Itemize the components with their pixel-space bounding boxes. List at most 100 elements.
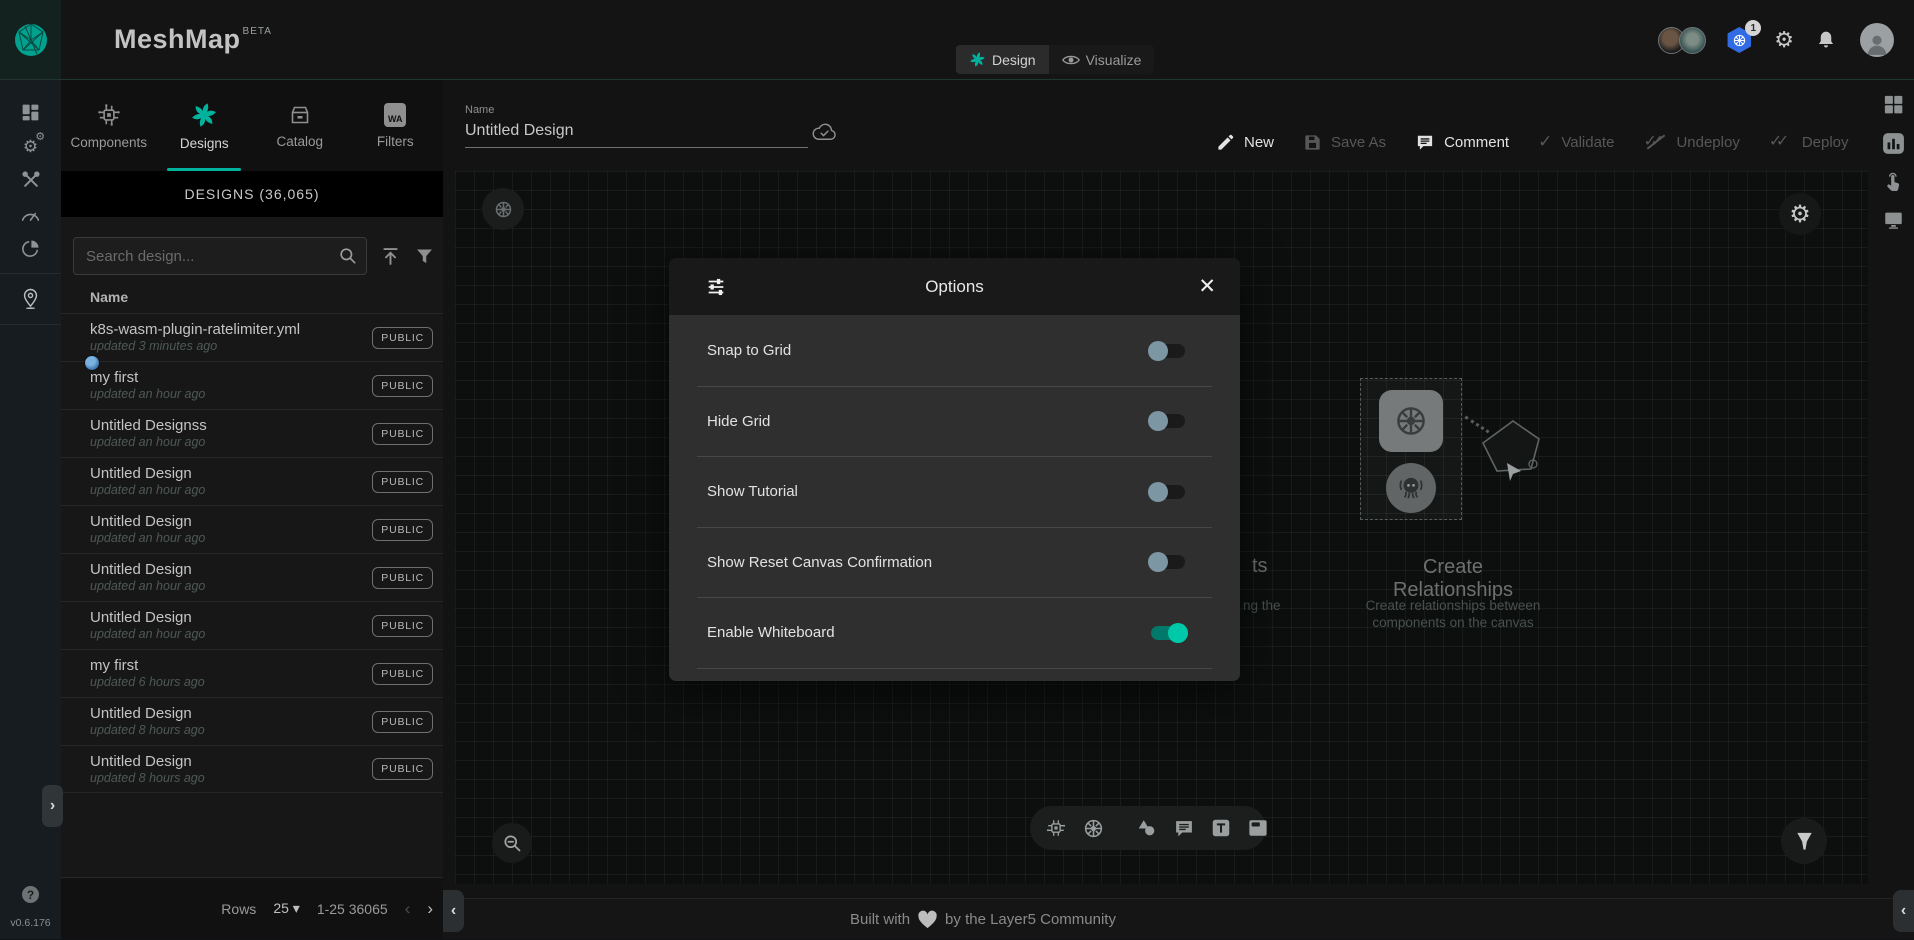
list-item[interactable]: my firstupdated an hour ago PUBLIC (61, 361, 443, 409)
dock-kubernetes-icon[interactable] (1082, 817, 1105, 840)
list-item[interactable]: Untitled Designssupdated an hour ago PUB… (61, 409, 443, 457)
dock-shapes-icon[interactable] (1135, 817, 1158, 839)
option-row: Show Reset Canvas Confirmation (697, 528, 1212, 599)
collapse-left-chevron[interactable]: ‹ (443, 890, 464, 932)
prev-page-chevron[interactable]: ‹ (405, 899, 411, 919)
next-page-chevron[interactable]: › (427, 899, 433, 919)
canvas-settings-gear-icon[interactable]: ⚙ (1779, 193, 1821, 235)
validate-button[interactable]: ✓ Validate (1538, 132, 1614, 152)
search-icon (338, 246, 358, 266)
settings-gear-icon[interactable]: ⚙ (1774, 29, 1794, 51)
design-updated: updated an hour ago (90, 627, 205, 642)
profile-avatar[interactable] (1860, 23, 1894, 57)
notifications-bell-icon[interactable] (1816, 29, 1836, 51)
name-column-header: Name (61, 275, 443, 313)
tab-components[interactable]: Components (61, 80, 157, 171)
empty-state-title: Create Relationships (1361, 556, 1545, 602)
enable-whiteboard-toggle[interactable] (1151, 626, 1185, 640)
display-monitor-icon[interactable] (1882, 209, 1905, 231)
close-icon[interactable]: ✕ (1198, 274, 1216, 299)
dock-comment-icon[interactable] (1173, 818, 1195, 839)
grid-view-icon[interactable] (1882, 93, 1905, 116)
tab-catalog[interactable]: Catalog (252, 80, 348, 171)
zoom-control-fab[interactable] (492, 823, 532, 863)
configuration-tools-icon[interactable] (0, 163, 61, 197)
option-label: Hide Grid (707, 413, 770, 430)
dock-text-icon[interactable] (1210, 817, 1232, 839)
design-name: Untitled Design (90, 609, 205, 627)
list-item[interactable]: k8s-wasm-plugin-ratelimiter.ymlupdated 3… (61, 313, 443, 361)
list-item[interactable]: Untitled Designupdated an hour ago PUBLI… (61, 457, 443, 505)
design-updated: updated an hour ago (90, 531, 205, 546)
design-name-input[interactable] (465, 116, 808, 148)
panel-expand-chevron[interactable]: › (42, 785, 63, 827)
collapse-right-chevron[interactable]: ‹ (1893, 890, 1914, 932)
pagination-range: 1-25 36065 (317, 901, 388, 917)
import-design-icon[interactable] (380, 246, 401, 267)
whirlwind-tool-icon[interactable] (1781, 818, 1827, 864)
tab-visualize[interactable]: Visualize (1049, 45, 1155, 74)
built-with-credit: Built with by the Layer5 Community (850, 899, 1116, 940)
design-name: my first (90, 657, 205, 675)
rows-per-page-select[interactable]: 25 ▾ (273, 900, 300, 917)
design-updated: updated 6 hours ago (90, 675, 205, 690)
empty-state-description: Create relationships between components … (1342, 597, 1564, 631)
design-spiral-icon (969, 51, 986, 68)
version-label: v0.6.176 (10, 917, 50, 929)
list-item[interactable]: Untitled Designupdated 8 hours ago PUBLI… (61, 697, 443, 745)
layer5-logo[interactable] (0, 0, 61, 80)
wasm-filters-icon: WA (384, 103, 406, 127)
collaborator-avatar[interactable] (1679, 27, 1706, 54)
search-input[interactable] (73, 237, 367, 275)
dock-components-chip-icon[interactable] (1045, 817, 1067, 839)
canvas-source-fab[interactable] (482, 188, 524, 230)
option-row: Enable Whiteboard (697, 598, 1212, 669)
design-name-field: Name (465, 104, 808, 148)
design-updated: updated an hour ago (90, 579, 205, 594)
brand: MeshMap BETA (114, 24, 272, 55)
lifecycle-gears-icon[interactable]: ⚙⚙ (0, 129, 61, 163)
comment-button[interactable]: Comment (1415, 133, 1509, 152)
touch-interact-icon[interactable] (1882, 171, 1904, 194)
tab-filters[interactable]: WA Filters (348, 80, 444, 171)
meshmap-pin-icon[interactable] (0, 282, 61, 316)
dock-media-icon[interactable] (1247, 818, 1269, 838)
show-tutorial-toggle[interactable] (1151, 485, 1185, 499)
filter-funnel-icon[interactable] (414, 246, 435, 267)
deploy-button[interactable]: ✓✓ Deploy (1769, 133, 1849, 151)
dashboard-icon[interactable] (0, 95, 61, 129)
performance-dial-icon[interactable] (0, 197, 61, 231)
snap-to-grid-toggle[interactable] (1151, 344, 1185, 358)
check-icon: ✓ (1538, 132, 1552, 152)
help-button[interactable]: ? (22, 886, 39, 903)
list-item[interactable]: my firstupdated 6 hours ago PUBLIC (61, 649, 443, 697)
design-updated: updated an hour ago (90, 435, 207, 450)
list-item[interactable]: Untitled Designupdated an hour ago PUBLI… (61, 553, 443, 601)
design-updated: updated 8 hours ago (90, 771, 205, 786)
list-item[interactable]: Untitled Designupdated an hour ago PUBLI… (61, 601, 443, 649)
show-reset-canvas-confirmation-toggle[interactable] (1151, 555, 1185, 569)
design-updated: updated 8 hours ago (90, 723, 205, 738)
tab-design[interactable]: Design (956, 45, 1049, 74)
design-name: Untitled Designss (90, 417, 207, 435)
options-modal: Options ✕ Snap to Grid Hide Grid Show Tu… (669, 258, 1240, 681)
designs-spiral-icon (190, 101, 218, 129)
design-name: k8s-wasm-plugin-ratelimiter.yml (90, 321, 300, 339)
tab-designs[interactable]: Designs (157, 80, 253, 171)
kubernetes-context-button[interactable]: 1 (1726, 27, 1752, 53)
kubernetes-node-icon (1379, 390, 1443, 452)
visibility-badge: PUBLIC (372, 375, 433, 397)
design-name: Untitled Design (90, 561, 205, 579)
design-updated: updated an hour ago (90, 387, 205, 402)
list-item[interactable]: Untitled Designupdated 8 hours ago PUBLI… (61, 745, 443, 793)
extensions-pie-icon[interactable] (0, 231, 61, 265)
save-as-button[interactable]: Save As (1303, 133, 1386, 152)
undeploy-button[interactable]: ✓✓ Undeploy (1643, 133, 1739, 151)
eye-icon (1062, 53, 1080, 67)
rail-divider (0, 273, 61, 274)
view-switcher-rail (1872, 80, 1914, 939)
list-item[interactable]: Untitled Designupdated an hour ago PUBLI… (61, 505, 443, 553)
hide-grid-toggle[interactable] (1151, 414, 1185, 428)
new-button[interactable]: New (1216, 133, 1274, 152)
chart-view-icon[interactable] (1881, 131, 1906, 156)
